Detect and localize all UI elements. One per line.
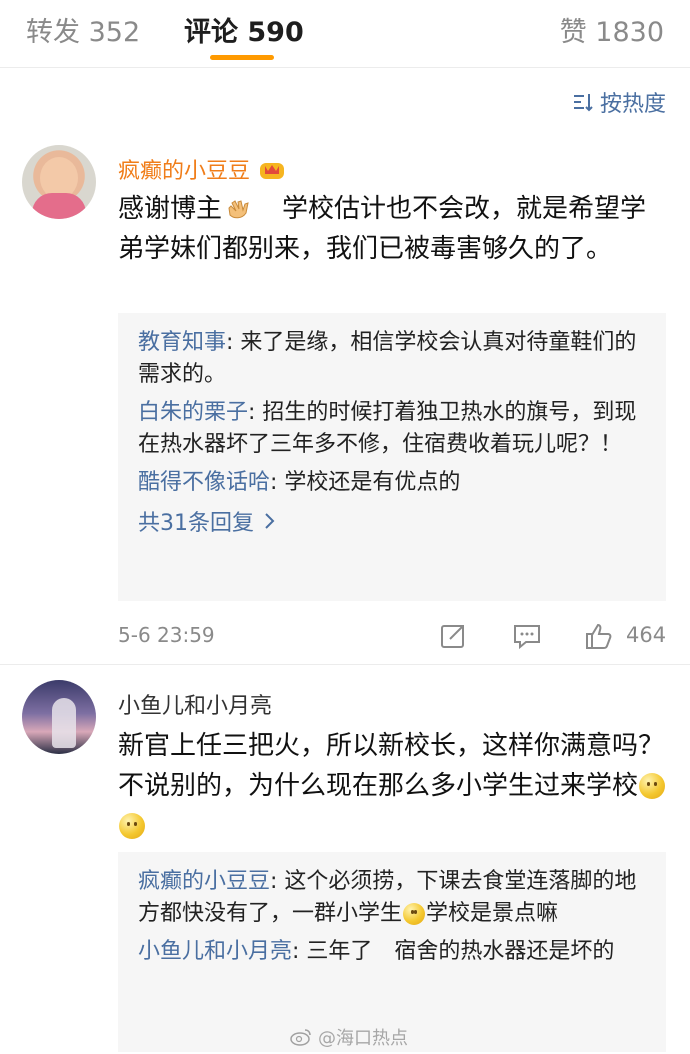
tab-comments[interactable]: 评论 590 [184,10,304,49]
reply-box[interactable]: 疯癫的小豆豆: 这个必须捞，下课去食堂连落脚的地方都快没有了，一群小学生 学校是景… [118,852,666,1052]
sort-label: 按热度 [599,92,666,117]
reply-item: 酷得不像话哈: 学校还是有优点的 [138,467,648,499]
reply-username[interactable]: 白朱的栗子 [138,400,248,425]
sort-icon [573,94,593,112]
thumbs-up-icon[interactable] [584,621,614,651]
chevron-right-icon [265,513,275,529]
clap-emoji-icon [228,200,249,219]
avatar-figure [52,698,76,748]
weibo-logo-icon [290,1029,311,1046]
comment-text: 感谢博主 学校估计也不会改，就是希望学弟学妹们都别来，我们已被毒害够久的了。 [118,194,647,264]
vip-crown-icon [260,163,285,179]
comment-divider [0,664,690,665]
tab-forward[interactable]: 转发 352 [26,10,140,49]
active-tab-indicator [210,55,274,60]
comment-username[interactable]: 小鱼儿和小月亮 [118,688,272,720]
smile-emoji-icon [403,903,426,925]
reply-item: 小鱼儿和小月亮: 三年了 宿舍的热水器还是坏的 [138,936,648,968]
reply-username[interactable]: 小鱼儿和小月亮 [138,939,292,964]
tab-likes[interactable]: 赞 1830 [560,10,664,49]
reply-text-cont: 学校是景点嘛 [426,901,559,926]
sort-button[interactable]: 按热度 [572,86,666,118]
avatar[interactable] [22,680,96,754]
more-replies-link[interactable]: 共31条回复 [138,505,648,537]
comment-text: 新官上任三把火，所以新校长，这样你满意吗？不说别的，为什么现在那么多小学生过来学… [118,726,670,846]
share-icon[interactable] [438,621,468,651]
watermark-text: @海口热点 [318,1028,408,1049]
reply-item: 疯癫的小豆豆: 这个必须捞，下课去食堂连落脚的地方都快没有了，一群小学生 学校是景… [138,866,648,930]
comment-username[interactable]: 疯癫的小豆豆 [118,153,286,185]
avatar[interactable] [22,145,96,219]
avatar-body [32,193,86,219]
reply-icon[interactable] [512,621,542,651]
smile-emoji-icon [119,813,145,839]
reply-username[interactable]: 教育知事 [138,330,226,355]
timestamp: 5-6 23:59 [118,623,215,647]
reply-username[interactable]: 酷得不像话哈 [138,470,270,495]
reply-username[interactable]: 疯癫的小豆豆 [138,869,270,894]
reply-item: 白朱的栗子: 招生的时候打着独卫热水的旗号，到现在热水器坏了三年多不修，住宿费收… [138,397,648,461]
tab-bar: 转发 352 评论 590 赞 1830 [0,0,690,68]
watermark: @海口热点 [290,1024,408,1050]
reply-item: 教育知事: 来了是缘，相信学校会认真对待童鞋们的需求的。 [138,327,648,391]
reply-text: : 三年了 宿舍的热水器还是坏的 [292,939,615,964]
reply-box[interactable]: 教育知事: 来了是缘，相信学校会认真对待童鞋们的需求的。 白朱的栗子: 招生的时… [118,313,666,601]
smile-emoji-icon [639,773,666,799]
like-count: 464 [626,623,667,647]
username-text: 小鱼儿和小月亮 [118,694,273,719]
comment-meta: 5-6 23:59 464 [118,621,666,653]
reply-text: : 学校还是有优点的 [270,470,461,495]
username-text: 疯癫的小豆豆 [118,159,251,184]
